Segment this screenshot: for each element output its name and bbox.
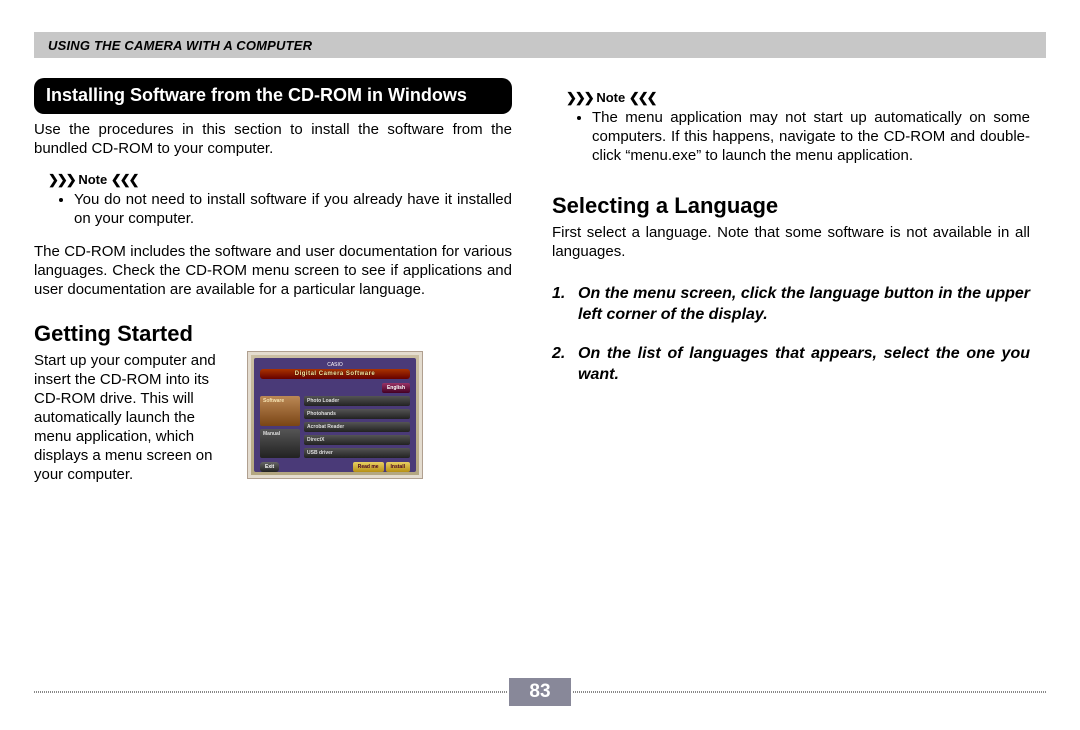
menu-item: Acrobat Reader — [304, 422, 410, 432]
footer-rule-left — [34, 691, 507, 693]
menu-readme-button: Read me — [353, 462, 384, 472]
intro-paragraph: Use the procedures in this section to in… — [34, 120, 512, 158]
step-item: On the list of languages that appears, s… — [552, 343, 1030, 385]
right-column: ❯❯❯ Note ❮❮❮ The menu application may no… — [552, 78, 1030, 484]
page-number-badge: 83 — [509, 678, 571, 706]
cdrom-paragraph: The CD-ROM includes the software and use… — [34, 242, 512, 299]
menu-left-tabs: Software Manual — [260, 396, 300, 458]
menu-brand: CASIO — [260, 362, 410, 368]
getting-started-text: Start up your computer and insert the CD… — [34, 351, 229, 484]
note-list-right: The menu application may not start up au… — [552, 108, 1030, 165]
menu-exit-button: Exit — [260, 462, 279, 472]
step-item: On the menu screen, click the language b… — [552, 283, 1030, 325]
menu-item: DirectX — [304, 435, 410, 445]
menu-tab-manual: Manual — [260, 429, 300, 459]
topic-title-text: Installing Software from the CD-ROM in W… — [46, 85, 467, 105]
menu-item: Photo Loader — [304, 396, 410, 406]
note-item: The menu application may not start up au… — [592, 108, 1030, 165]
menu-window: CASIO Digital Camera Software English So… — [254, 358, 416, 472]
footer-rule-right — [573, 691, 1046, 693]
note-chevrons-right-icon: ❯❯❯ — [566, 90, 593, 105]
subheading-selecting-language: Selecting a Language — [552, 193, 1030, 219]
note-chevrons-right-icon: ❯❯❯ — [48, 172, 75, 187]
menu-install-button: Install — [386, 462, 410, 472]
subheading-getting-started: Getting Started — [34, 321, 512, 347]
note-label-right: ❯❯❯ Note ❮❮❮ — [566, 90, 1030, 106]
menu-item: USB driver — [304, 448, 410, 458]
menu-body: Software Manual Photo Loader Photohands … — [260, 396, 410, 458]
menu-right-list: Photo Loader Photohands Acrobat Reader D… — [304, 396, 410, 458]
note-label-text: Note — [596, 90, 625, 105]
menu-screenshot-thumbnail: CASIO Digital Camera Software English So… — [247, 351, 423, 479]
menu-banner: Digital Camera Software — [260, 369, 410, 379]
page-footer: 83 — [34, 678, 1046, 706]
note-list-left: You do not need to install software if y… — [34, 190, 512, 228]
menu-action-buttons: Read me Install — [353, 462, 410, 472]
note-chevrons-left-icon: ❮❮❮ — [111, 172, 138, 187]
menu-language-button: English — [382, 383, 410, 393]
language-paragraph: First select a language. Note that some … — [552, 223, 1030, 261]
page-number: 83 — [529, 681, 550, 703]
menu-item: Photohands — [304, 409, 410, 419]
left-column: Installing Software from the CD-ROM in W… — [34, 78, 512, 484]
section-header-text: USING THE CAMERA WITH A COMPUTER — [48, 38, 312, 53]
topic-title-pill: Installing Software from the CD-ROM in W… — [34, 78, 512, 114]
numbered-steps: On the menu screen, click the language b… — [552, 283, 1030, 385]
note-item: You do not need to install software if y… — [74, 190, 512, 228]
note-label-text: Note — [78, 172, 107, 187]
two-column-layout: Installing Software from the CD-ROM in W… — [34, 78, 1046, 484]
menu-tab-software: Software — [260, 396, 300, 426]
menu-bottom-row: Exit Read me Install — [260, 462, 410, 472]
note-chevrons-left-icon: ❮❮❮ — [629, 90, 656, 105]
getting-started-row: Start up your computer and insert the CD… — [34, 351, 512, 484]
note-label-left: ❯❯❯ Note ❮❮❮ — [48, 172, 512, 188]
section-header-bar: USING THE CAMERA WITH A COMPUTER — [34, 32, 1046, 58]
